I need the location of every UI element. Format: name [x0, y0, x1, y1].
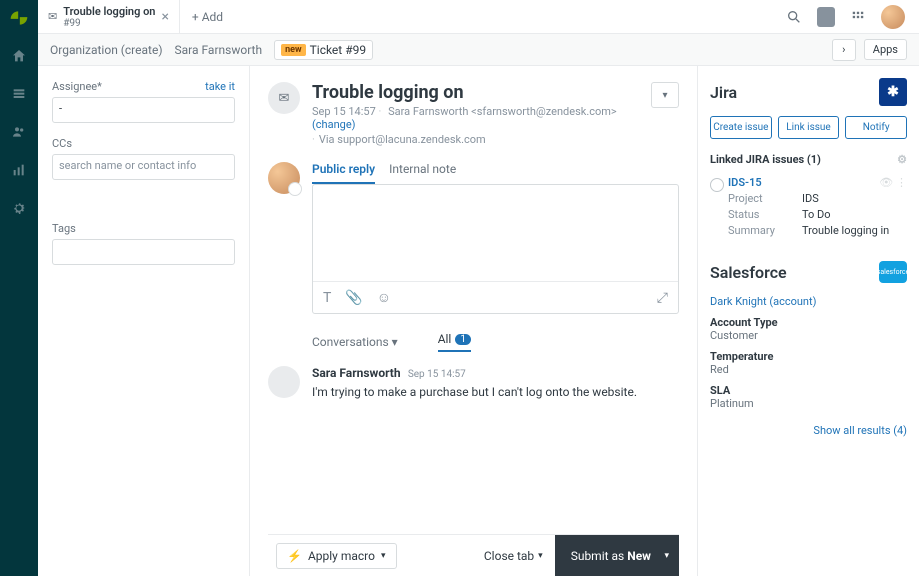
text-format-icon[interactable]: T — [323, 290, 331, 306]
home-icon[interactable] — [9, 46, 29, 66]
jira-settings-icon[interactable]: ⚙ — [897, 153, 907, 166]
jira-create-issue-button[interactable]: Create issue — [710, 116, 772, 139]
reply-editor[interactable]: T 📎 ☺ ⤢ — [312, 184, 679, 314]
emoji-icon[interactable]: ☺ — [377, 289, 391, 306]
admin-gear-icon[interactable] — [9, 198, 29, 218]
assignee-select[interactable]: - — [52, 97, 235, 123]
breadcrumb-requester[interactable]: Sara Farnsworth — [175, 43, 263, 57]
ticket-tab[interactable]: ✉ Trouble logging on #99 × — [38, 0, 180, 33]
salesforce-logo-icon: salesforce — [879, 261, 907, 283]
filter-count-badge: 1 — [455, 334, 471, 345]
assignee-label: Assignee* — [52, 80, 102, 93]
views-icon[interactable] — [9, 84, 29, 104]
add-tab-button[interactable]: + Add — [180, 10, 235, 24]
mail-icon: ✉ — [48, 10, 57, 23]
ticket-via: Via support@lacuna.zendesk.com — [319, 133, 486, 146]
jira-logo-icon: ✱ — [879, 78, 907, 106]
expand-editor-icon[interactable]: ⤢ — [657, 290, 668, 306]
customers-icon[interactable] — [9, 122, 29, 142]
comment-item: Sara Farnsworth Sep 15 14:57 I'm trying … — [268, 366, 679, 399]
apply-macro-button[interactable]: ⚡ Apply macro ▾ — [276, 543, 397, 569]
comment-body: I'm trying to make a purchase but I can'… — [312, 385, 637, 399]
salesforce-account-link[interactable]: Dark Knight (account) — [710, 295, 907, 308]
jira-watch-icon[interactable]: 👁 ⋮ — [879, 176, 907, 189]
linked-issues-label: Linked JIRA issues (1) — [710, 153, 821, 166]
ticket-requester: Sara Farnsworth <sfarnsworth@zendesk.com… — [388, 105, 617, 118]
submit-button[interactable]: Submit as New — [555, 535, 679, 576]
ccs-label: CCs — [52, 137, 72, 150]
ticket-date: Sep 15 14:57 — [312, 105, 376, 118]
close-tab-icon[interactable]: × — [161, 9, 168, 25]
ticket-fields-panel: Assignee* take it - CCs search name or c… — [38, 66, 250, 576]
take-it-link[interactable]: take it — [205, 80, 235, 93]
channel-mail-icon: ✉ — [268, 82, 300, 114]
workspace-tabs: ✉ Trouble logging on #99 × + Add — [38, 0, 919, 34]
tab-internal-note[interactable]: Internal note — [389, 162, 456, 184]
ticket-conversation: ✉ Trouble logging on Sep 15 14:57 · Sara… — [250, 66, 697, 576]
ticket-title: Trouble logging on — [312, 82, 639, 103]
apps-sidebar: Jira ✱ Create issue Link issue Notify Li… — [697, 66, 919, 576]
tab-subtitle: #99 — [63, 18, 155, 29]
breadcrumb-ticket[interactable]: new Ticket #99 — [274, 40, 373, 60]
new-status-chip: new — [281, 44, 306, 56]
bolt-icon: ⚡ — [287, 549, 302, 563]
jira-notify-button[interactable]: Notify — [845, 116, 907, 139]
conversations-icon[interactable] — [817, 8, 835, 26]
apps-panel-button[interactable]: Apps — [864, 39, 907, 60]
jira-heading: Jira — [710, 83, 737, 102]
breadcrumb-org[interactable]: Organization (create) — [50, 43, 163, 57]
tags-label: Tags — [52, 222, 76, 235]
reporting-icon[interactable] — [9, 160, 29, 180]
comment-author: Sara Farnsworth — [312, 366, 401, 380]
zendesk-logo-icon — [9, 8, 29, 28]
ticket-footer: ⚡ Apply macro ▾ Close tab▾ Submit as New — [268, 534, 679, 576]
profile-avatar[interactable] — [881, 5, 905, 29]
attachment-icon[interactable]: 📎 — [345, 290, 362, 306]
ccs-input[interactable]: search name or contact info — [52, 154, 235, 180]
tab-title: Trouble logging on — [63, 5, 155, 18]
search-icon[interactable] — [785, 8, 803, 26]
ticket-actions-dropdown[interactable]: ▾ — [651, 82, 679, 108]
breadcrumb-row: Organization (create) Sara Farnsworth ne… — [38, 34, 919, 66]
next-ticket-button[interactable]: › — [832, 39, 856, 61]
jira-issue-item: 👁 ⋮ IDS-15 ProjectIDS StatusTo Do Summar… — [710, 176, 907, 237]
change-requester-link[interactable]: (change) — [312, 118, 355, 131]
tags-input[interactable] — [52, 239, 235, 265]
jira-link-issue-button[interactable]: Link issue — [778, 116, 840, 139]
salesforce-show-all-link[interactable]: Show all results (4) — [710, 424, 907, 437]
comment-time: Sep 15 14:57 — [408, 369, 466, 380]
global-nav — [0, 0, 38, 576]
tab-public-reply[interactable]: Public reply — [312, 162, 375, 184]
close-tab-button[interactable]: Close tab▾ — [472, 549, 555, 563]
agent-avatar — [268, 162, 300, 194]
filter-all[interactable]: All 1 — [438, 332, 471, 352]
apps-grid-icon[interactable] — [849, 8, 867, 26]
conversations-dropdown[interactable]: Conversations ▾ — [312, 335, 398, 349]
comment-avatar — [268, 366, 300, 398]
salesforce-heading: Salesforce — [710, 263, 787, 282]
